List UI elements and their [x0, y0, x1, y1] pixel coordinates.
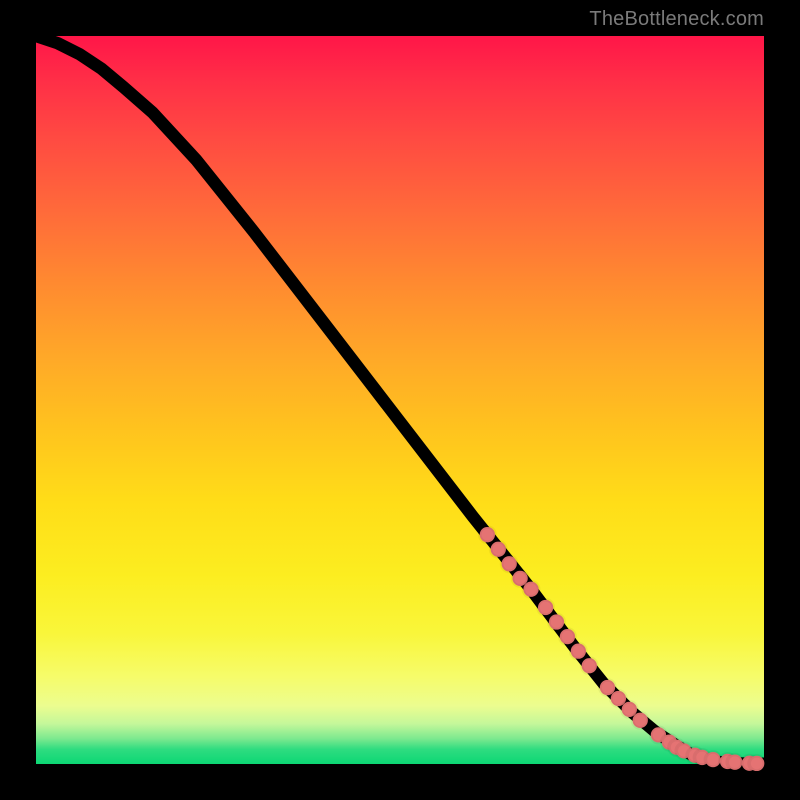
- watermark-text: TheBottleneck.com: [589, 8, 764, 31]
- data-marker: [538, 600, 553, 615]
- data-marker: [480, 527, 495, 542]
- data-marker: [582, 658, 597, 673]
- data-marker: [571, 644, 586, 659]
- data-marker: [749, 756, 764, 771]
- data-marker: [491, 542, 506, 557]
- marker-group: [480, 527, 765, 771]
- chart-container: TheBottleneck.com: [0, 0, 800, 800]
- chart-overlay: [36, 36, 764, 764]
- data-marker: [523, 582, 538, 597]
- data-marker: [502, 556, 517, 571]
- data-marker: [633, 713, 648, 728]
- bottleneck-curve: [36, 36, 764, 764]
- data-marker: [560, 629, 575, 644]
- data-marker: [549, 614, 564, 629]
